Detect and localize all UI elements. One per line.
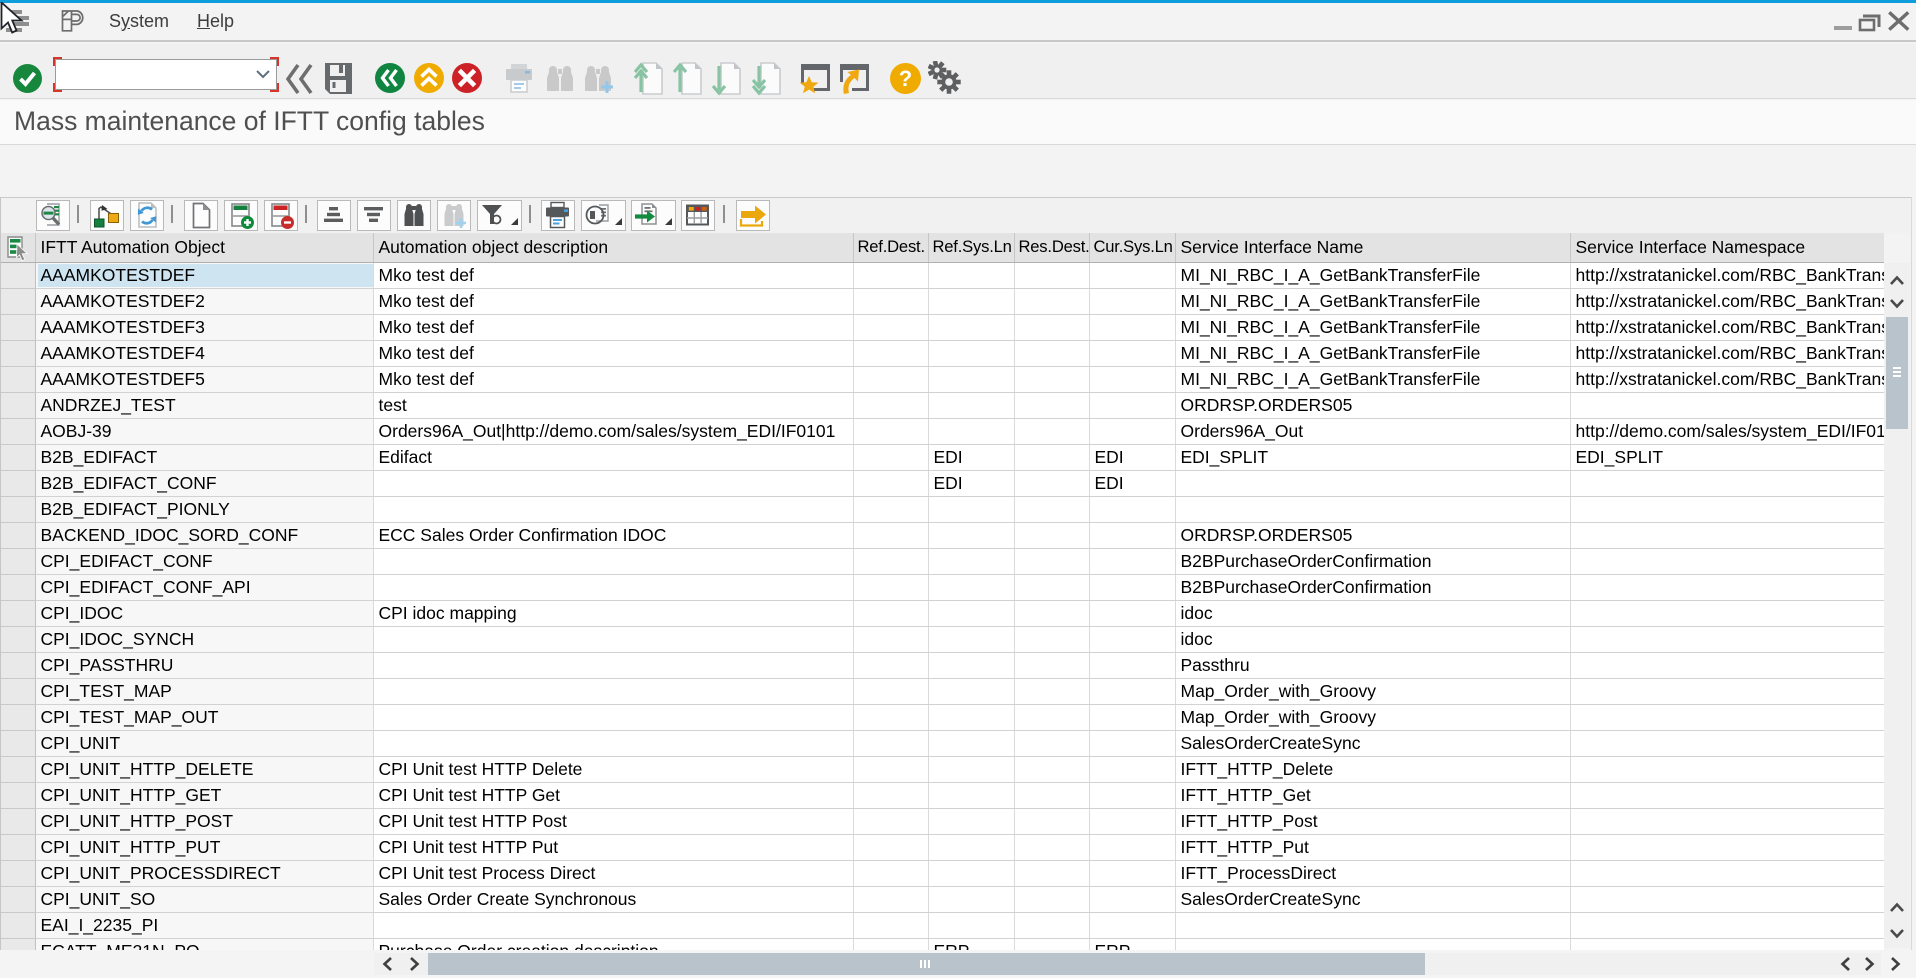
svg-text:?: ?	[899, 66, 912, 91]
